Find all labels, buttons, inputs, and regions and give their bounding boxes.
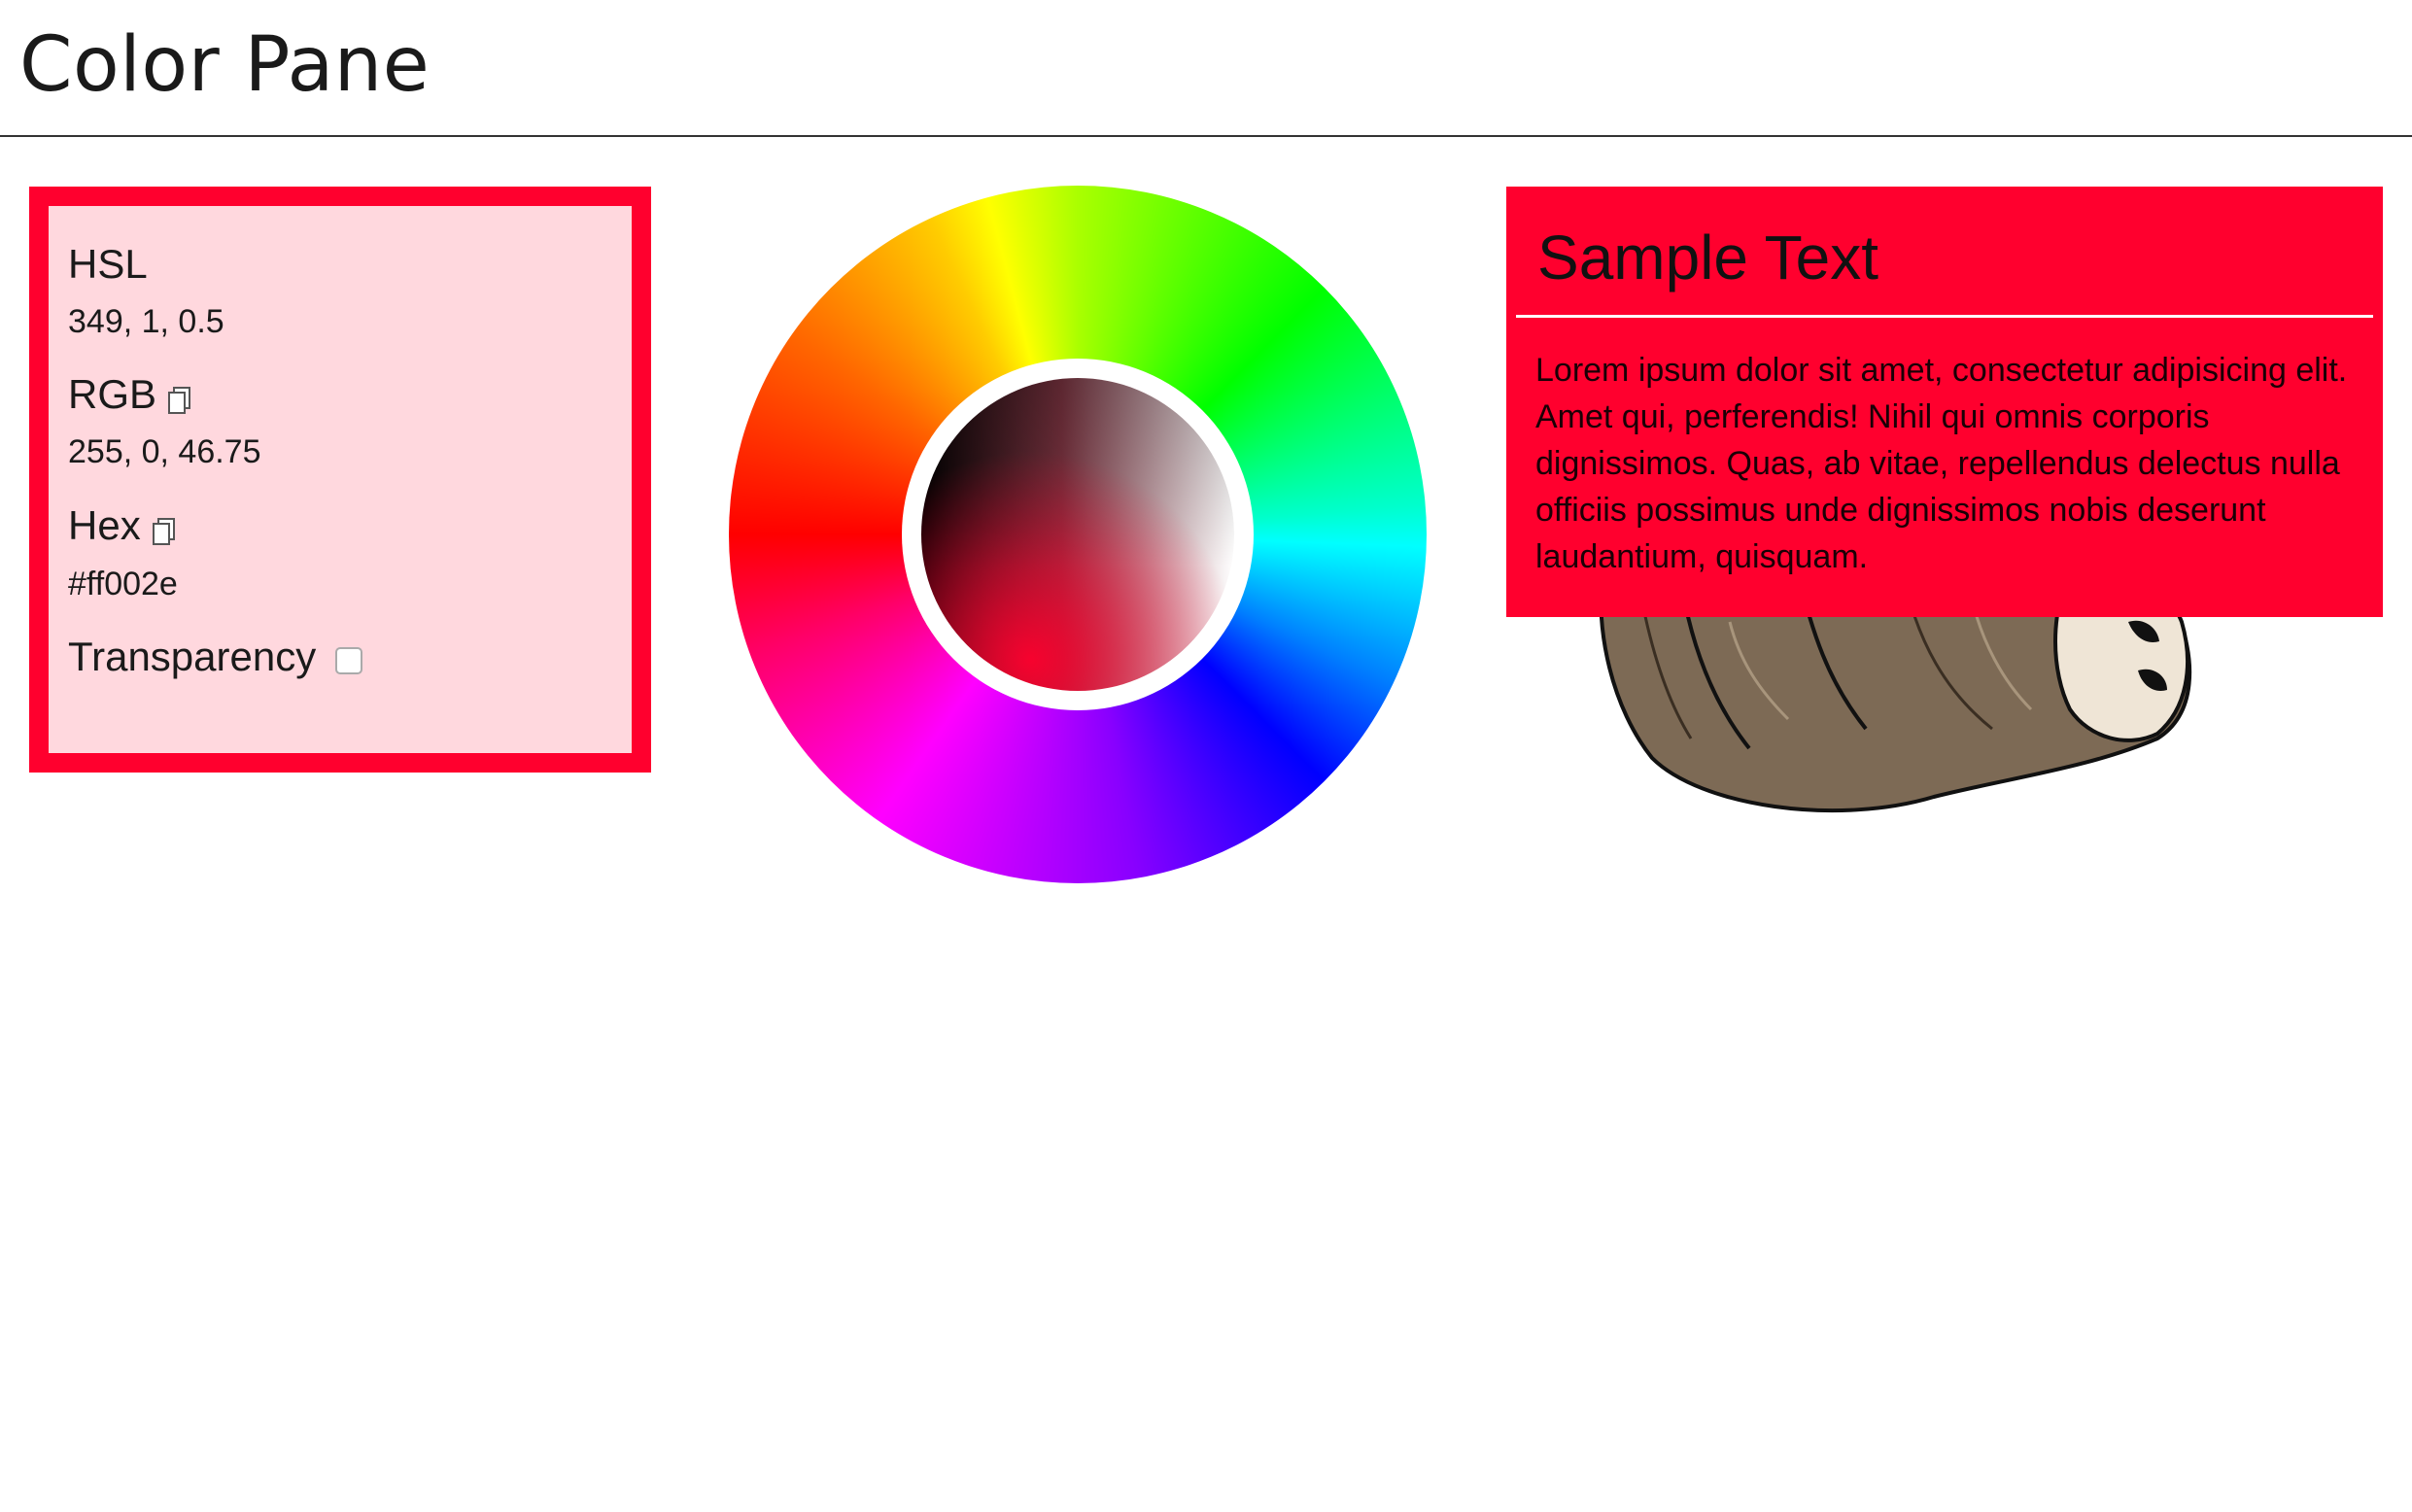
page-title: Color Pane (19, 21, 431, 109)
rgb-value: 255, 0, 46.75 (68, 433, 261, 470)
sample-body: Lorem ipsum dolor sit amet, consectetur … (1535, 352, 2348, 575)
header-divider (0, 135, 2412, 137)
hsl-label-text: HSL (68, 241, 148, 287)
hex-value: #ff002e (68, 566, 178, 602)
copy-icon[interactable] (151, 510, 178, 545)
transparency-label: Transparency (68, 634, 363, 680)
hsl-label: HSL (68, 241, 148, 288)
picker-shading (921, 378, 1234, 691)
color-info-panel: HSL 349, 1, 0.5 RGB 255, 0, 46.75 Hex #f… (29, 187, 651, 773)
copy-icon[interactable] (166, 379, 193, 414)
rgb-label: RGB (68, 371, 193, 418)
color-wheel[interactable] (729, 186, 1427, 883)
sample-heading: Sample Text (1537, 223, 1878, 292)
sample-text-card: Sample Text Lorem ipsum dolor sit amet, … (1506, 187, 2383, 617)
sample-divider (1516, 315, 2373, 318)
rgb-label-text: RGB (68, 371, 157, 417)
transparency-label-text: Transparency (68, 634, 317, 679)
saturation-lightness-picker[interactable] (921, 378, 1234, 691)
hsl-value: 349, 1, 0.5 (68, 303, 224, 340)
hex-label: Hex (68, 502, 178, 549)
transparency-checkbox[interactable] (335, 647, 363, 674)
hex-label-text: Hex (68, 502, 141, 548)
